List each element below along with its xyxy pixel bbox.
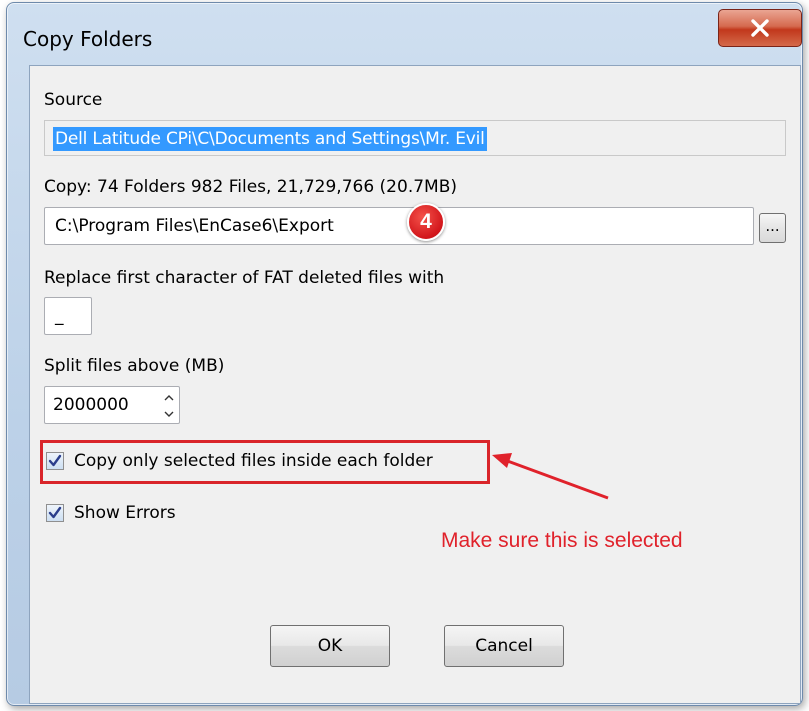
source-field[interactable]: Dell Latitude CPi\C\Documents and Settin… (44, 120, 786, 156)
show-errors-checkbox[interactable] (46, 504, 64, 522)
replace-char-input[interactable]: _ (44, 297, 92, 335)
split-size-spinner[interactable]: 2000000 (44, 386, 180, 424)
destination-path-input[interactable]: C:\Program Files\EnCase6\Export (44, 207, 754, 245)
checkmark-icon (48, 454, 62, 467)
annotation-arrow-icon (492, 453, 609, 500)
copy-summary: Copy: 74 Folders 982 Files, 21,729,766 (… (44, 177, 457, 197)
close-icon (751, 19, 769, 37)
step-number-badge: 4 (407, 203, 445, 241)
spin-down-icon[interactable] (164, 411, 174, 417)
checkmark-icon (48, 506, 62, 519)
annotation-note: Make sure this is selected (441, 529, 683, 552)
ok-button[interactable]: OK (270, 625, 390, 667)
copy-only-selected-checkbox[interactable] (46, 452, 64, 470)
cancel-button[interactable]: Cancel (444, 625, 564, 667)
browse-button[interactable]: ... (759, 213, 786, 243)
show-errors-label[interactable]: Show Errors (74, 503, 176, 523)
close-button[interactable] (718, 9, 802, 47)
dialog-body: Source Dell Latitude CPi\C\Documents and… (29, 65, 801, 704)
replace-char-label: Replace first character of FAT deleted f… (44, 268, 445, 288)
split-size-value: 2000000 (53, 395, 129, 415)
copy-only-selected-label[interactable]: Copy only selected files inside each fol… (74, 451, 433, 471)
dialog-title: Copy Folders (23, 27, 153, 51)
spinner-arrows[interactable] (161, 395, 177, 417)
spin-up-icon[interactable] (164, 395, 174, 401)
split-files-label: Split files above (MB) (44, 356, 225, 376)
source-value: Dell Latitude CPi\C\Documents and Settin… (53, 127, 487, 151)
source-label: Source (44, 90, 103, 110)
copy-folders-dialog: Copy Folders Source Dell Latitude CPi\C\… (6, 2, 803, 706)
